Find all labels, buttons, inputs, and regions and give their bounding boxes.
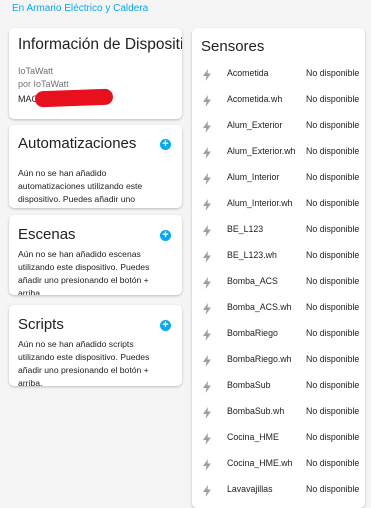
scripts-empty-text: Aún no se han añadido scripts utilizando… — [18, 339, 150, 386]
sensor-row[interactable]: Cocina_HME No disponible — [192, 425, 365, 451]
flash-icon — [202, 250, 212, 263]
flash-icon — [202, 172, 212, 185]
sensor-name: Acometida.wh — [227, 94, 283, 104]
sensors-title: Sensores — [201, 38, 265, 55]
flash-icon — [202, 276, 212, 289]
mac-redaction-mark — [34, 88, 114, 108]
sensor-state: No disponible — [306, 172, 360, 182]
flash-icon — [202, 328, 212, 341]
sensor-name: Cocina_HME.wh — [227, 458, 293, 468]
flash-icon — [202, 458, 212, 471]
flash-icon — [202, 484, 212, 497]
sensor-name: Bomba_ACS — [227, 276, 278, 286]
area-link[interactable]: En Armario Eléctrico y Caldera — [12, 2, 148, 16]
flash-icon — [202, 68, 212, 81]
scenes-title: Escenas — [18, 226, 76, 243]
sensor-state: No disponible — [306, 276, 360, 286]
sensor-row[interactable]: Acometida.wh No disponible — [192, 87, 365, 113]
sensor-name: BombaRiego — [227, 328, 278, 338]
sensor-name: Lavavajillas — [227, 484, 273, 494]
flash-icon — [202, 224, 212, 237]
sensor-state: No disponible — [306, 302, 360, 312]
flash-icon — [202, 354, 212, 367]
sensor-state: No disponible — [306, 68, 360, 78]
sensor-state: No disponible — [306, 146, 360, 156]
add-scene-button[interactable]: + — [160, 230, 171, 241]
sensor-state: No disponible — [306, 328, 360, 338]
flash-icon — [202, 146, 212, 159]
sensor-name: BombaSub — [227, 380, 271, 390]
device-info-title: Información de Dispositivo — [18, 36, 182, 53]
sensor-state: No disponible — [306, 380, 360, 390]
sensor-row[interactable]: Alum_Exterior.wh No disponible — [192, 139, 365, 165]
sensor-name: Alum_Exterior — [227, 120, 283, 130]
scripts-card: Scripts + Aún no se han añadido scripts … — [9, 305, 182, 386]
add-script-button[interactable]: + — [160, 320, 171, 331]
sensor-name: BombaSub.wh — [227, 406, 285, 416]
sensor-name: Alum_Interior.wh — [227, 198, 293, 208]
sensor-row[interactable]: BE_L123 No disponible — [192, 217, 365, 243]
flash-icon — [202, 94, 212, 107]
sensor-row[interactable]: Bomba_ACS.wh No disponible — [192, 295, 365, 321]
flash-icon — [202, 432, 212, 445]
flash-icon — [202, 198, 212, 211]
sensor-state: No disponible — [306, 406, 360, 416]
sensor-state: No disponible — [306, 250, 360, 260]
flash-icon — [202, 120, 212, 133]
sensor-name: BE_L123 — [227, 224, 264, 234]
sensor-state: No disponible — [306, 198, 360, 208]
flash-icon — [202, 302, 212, 315]
sensor-row[interactable]: Alum_Interior No disponible — [192, 165, 365, 191]
sensor-state: No disponible — [306, 458, 360, 468]
sensor-state: No disponible — [306, 94, 360, 104]
sensor-row[interactable]: Cocina_HME.wh No disponible — [192, 451, 365, 477]
sensor-row[interactable]: Alum_Exterior No disponible — [192, 113, 365, 139]
sensor-name: Alum_Interior — [227, 172, 280, 182]
sensor-row[interactable]: BE_L123.wh No disponible — [192, 243, 365, 269]
sensor-name: BE_L123.wh — [227, 250, 277, 260]
flash-icon — [202, 380, 212, 393]
scenes-empty-text: Aún no se han añadido escenas utilizando… — [18, 249, 150, 295]
sensor-state: No disponible — [306, 432, 360, 442]
sensor-row[interactable]: Lavavajillas No disponible — [192, 477, 365, 503]
automations-card: Automatizaciones + Aún no se han añadido… — [9, 125, 182, 208]
sensor-name: Cocina_HME — [227, 432, 279, 442]
add-automation-button[interactable]: + — [160, 139, 171, 150]
sensors-card: Sensores Acometida No disponible Acometida… — [192, 28, 365, 508]
sensor-row[interactable]: Alum_Interior.wh No disponible — [192, 191, 365, 217]
sensor-row[interactable]: Acometida No disponible — [192, 61, 365, 87]
scripts-title: Scripts — [18, 316, 64, 333]
sensor-row[interactable]: BombaSub No disponible — [192, 373, 365, 399]
flash-icon — [202, 406, 212, 419]
sensor-row[interactable]: BombaRiego No disponible — [192, 321, 365, 347]
device-model: IoTaWatt — [18, 66, 54, 76]
sensor-name: BombaRiego.wh — [227, 354, 292, 364]
scenes-card: Escenas + Aún no se han añadido escenas … — [9, 215, 182, 295]
sensor-state: No disponible — [306, 354, 360, 364]
sensor-row[interactable]: BombaSub.wh No disponible — [192, 399, 365, 425]
sensor-name: Alum_Exterior.wh — [227, 146, 296, 156]
sensor-row[interactable]: BombaRiego.wh No disponible — [192, 347, 365, 373]
sensor-state: No disponible — [306, 120, 360, 130]
automations-empty-text: Aún no se han añadido automatizaciones u… — [18, 168, 143, 208]
automations-title: Automatizaciones — [18, 135, 137, 152]
sensor-state: No disponible — [306, 224, 360, 234]
device-info-card: Información de Dispositivo IoTaWatt por … — [9, 28, 182, 119]
sensor-name: Acometida — [227, 68, 269, 78]
sensor-name: Bomba_ACS.wh — [227, 302, 292, 312]
device-manufacturer: por IoTaWatt — [18, 79, 69, 89]
sensor-state: No disponible — [306, 484, 360, 494]
sensor-row[interactable]: Bomba_ACS No disponible — [192, 269, 365, 295]
